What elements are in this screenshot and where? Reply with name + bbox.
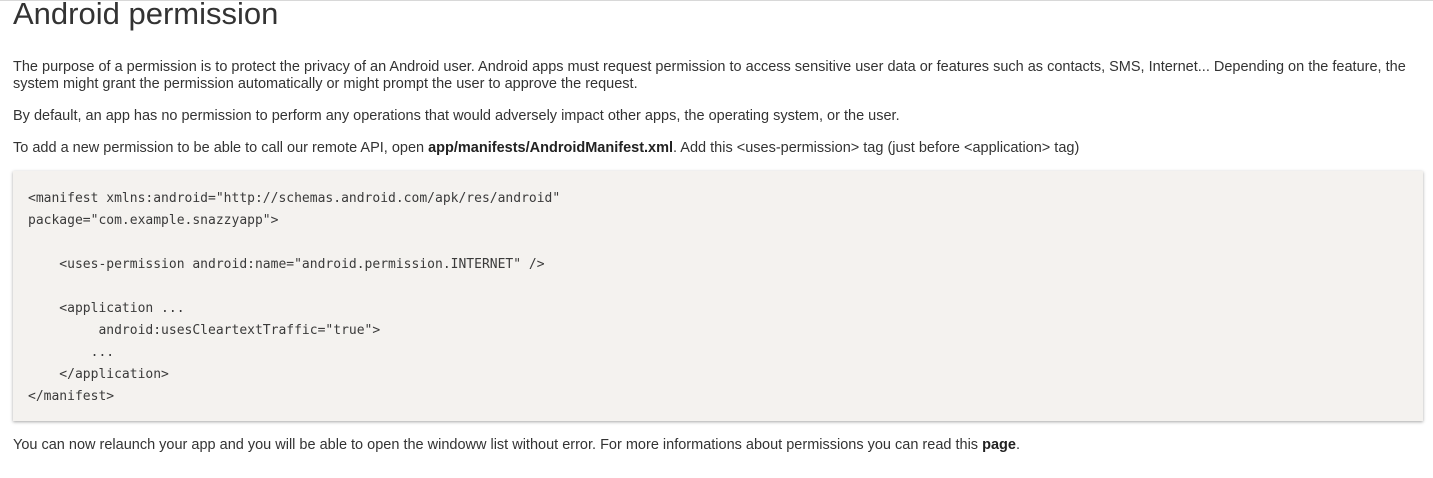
relaunch-paragraph: You can now relaunch your app and you wi…: [13, 437, 1413, 454]
code-block: <manifest xmlns:android="http://schemas.…: [13, 171, 1423, 421]
code-line: <uses-permission android:name="android.p…: [28, 257, 545, 272]
relaunch-text-after: .: [1015, 437, 1020, 453]
add-permission-text-after: . Add this <uses-permission> tag (just b…: [673, 140, 1080, 156]
default-permissions-paragraph: By default, an app has no permission to …: [13, 108, 900, 124]
manifest-file-path: app/manifests/AndroidManifest.xml: [428, 140, 674, 156]
permissions-page-link[interactable]: page: [982, 437, 1016, 453]
code-line: </manifest>: [28, 389, 115, 404]
code-line: </application>: [28, 367, 169, 382]
relaunch-text-before: You can now relaunch your app and you wi…: [13, 437, 983, 453]
intro-paragraph: The purpose of a permission is to protec…: [13, 59, 1406, 92]
code-line: ...: [28, 345, 115, 360]
code-line: <manifest xmlns:android="http://schemas.…: [28, 191, 561, 206]
page-title: Android permission: [13, 0, 279, 31]
code-line: <application ...: [28, 301, 185, 316]
code-line: android:usesCleartextTraffic="true">: [28, 323, 381, 338]
add-permission-text-before: To add a new permission to be able to ca…: [13, 140, 429, 156]
add-permission-paragraph: To add a new permission to be able to ca…: [13, 140, 1413, 157]
manifest-code: <manifest xmlns:android="http://schemas.…: [28, 188, 560, 408]
code-line: package="com.example.snazzyapp">: [28, 213, 279, 228]
